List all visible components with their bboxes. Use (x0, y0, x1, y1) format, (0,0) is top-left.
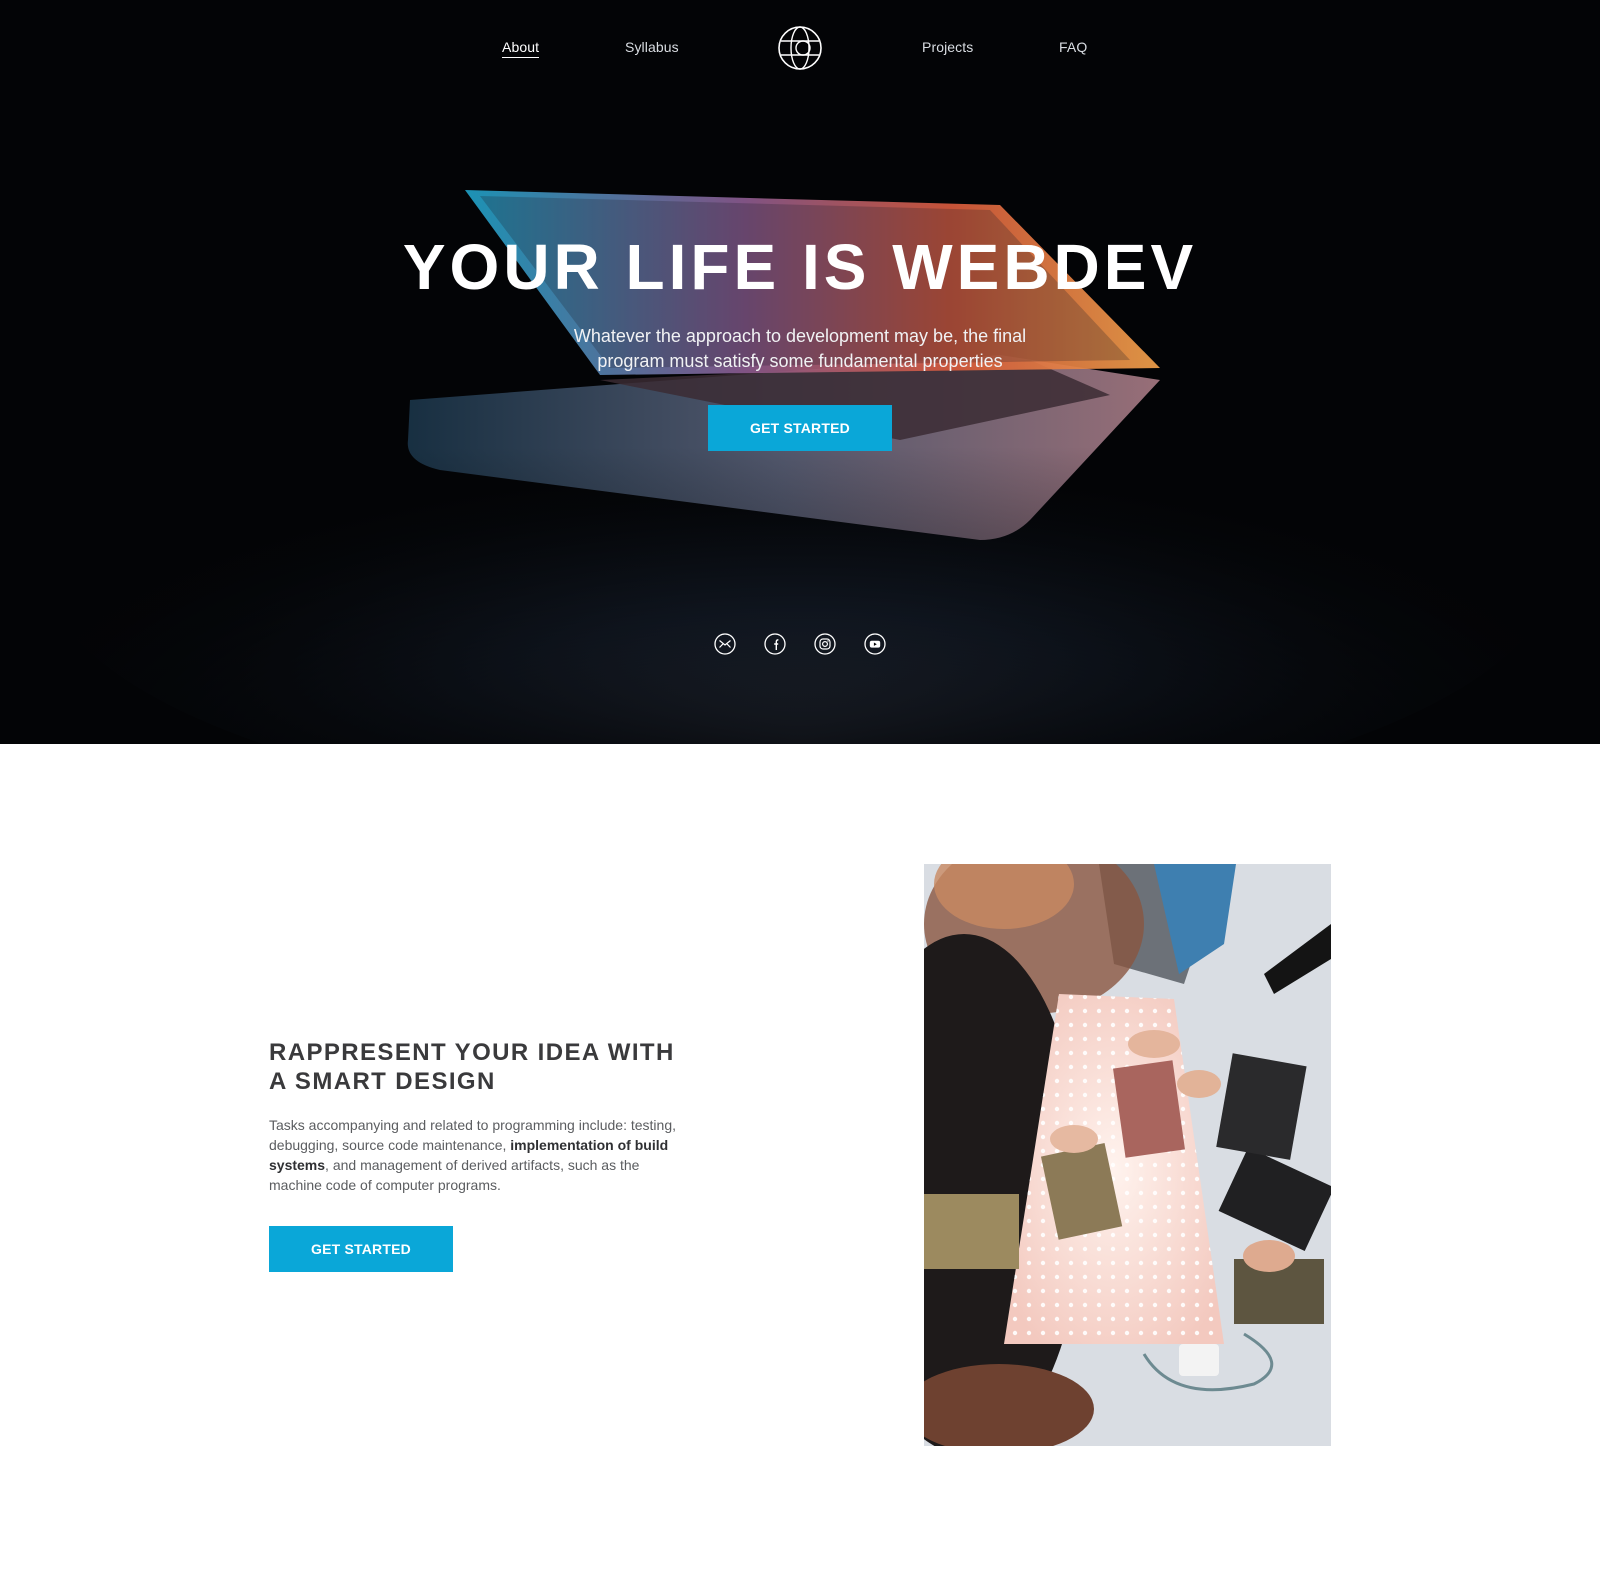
globe-icon[interactable] (776, 24, 824, 72)
hero-section: About Syllabus Projects FAQ YOUR LIFE IS… (0, 0, 1600, 744)
feature-title-line-2: A SMART DESIGN (269, 1068, 496, 1095)
hero-get-started-button[interactable]: GET STARTED (708, 405, 892, 451)
facebook-icon[interactable] (764, 633, 786, 655)
team-workshop-illustration (924, 864, 1331, 1446)
social-links (714, 633, 894, 655)
feature-description-part-2: , and management of derived artifacts, s… (269, 1157, 640, 1193)
feature-title-line-1: RAPPRESENT YOUR IDEA WITH (269, 1039, 675, 1066)
nav-link-syllabus[interactable]: Syllabus (625, 38, 679, 56)
top-navigation: About Syllabus Projects FAQ (0, 0, 1600, 96)
feature-title: RAPPRESENT YOUR IDEA WITH A SMART DESIGN (269, 1038, 689, 1096)
nav-link-faq[interactable]: FAQ (1059, 38, 1087, 56)
nav-link-projects[interactable]: Projects (922, 38, 973, 56)
hero-title: YOUR LIFE IS WEBDEV (402, 231, 1198, 303)
youtube-icon[interactable] (864, 633, 886, 655)
instagram-icon[interactable] (814, 633, 836, 655)
team-workshop-image (924, 864, 1331, 1446)
mail-icon[interactable] (714, 633, 736, 655)
nav-link-about[interactable]: About (502, 38, 540, 58)
feature-description: Tasks accompanying and related to progra… (269, 1115, 689, 1195)
hero-subtitle: Whatever the approach to development may… (573, 326, 1027, 371)
feature-get-started-button[interactable]: GET STARTED (269, 1226, 453, 1272)
